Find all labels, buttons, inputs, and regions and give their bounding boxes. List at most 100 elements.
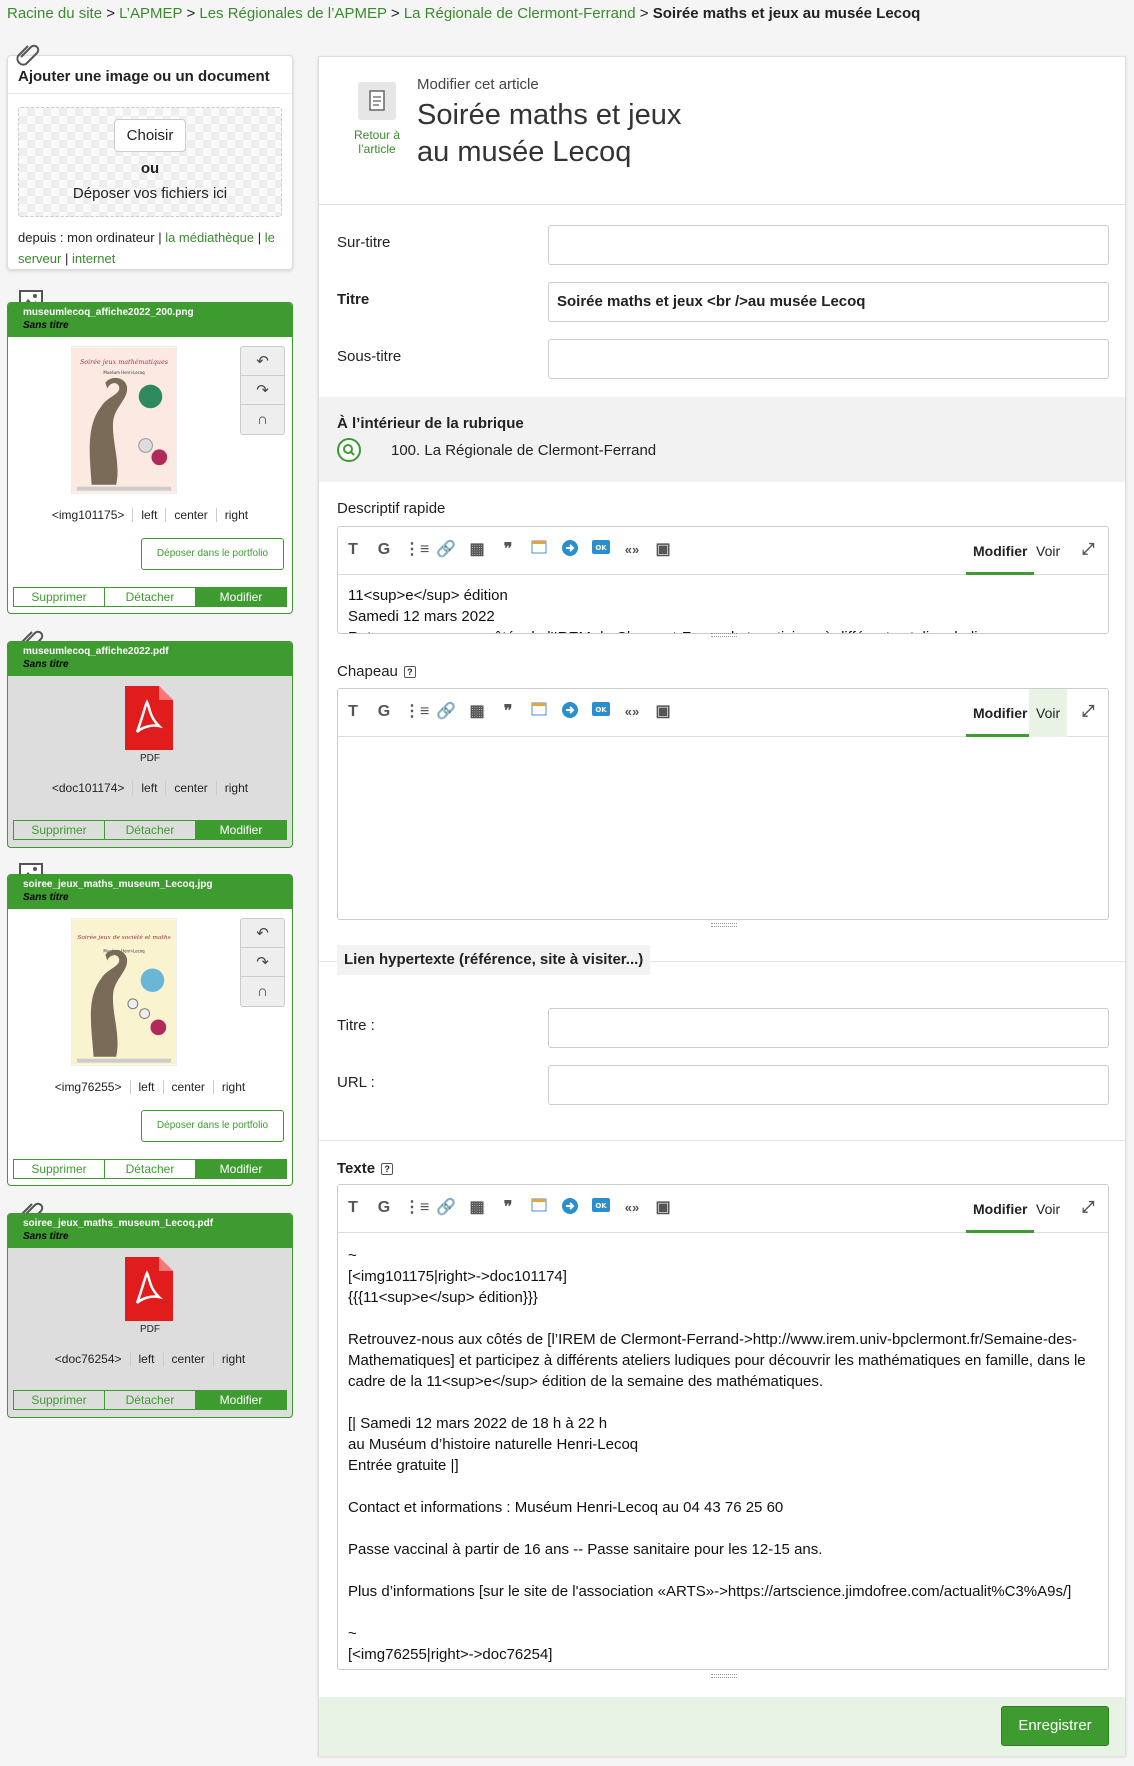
pdf-file-icon[interactable] — [123, 686, 173, 750]
save-button[interactable]: Enregistrer — [1001, 1706, 1109, 1746]
align-right-link[interactable]: right — [215, 781, 256, 795]
back-to-article-link[interactable]: Retour à l’article — [337, 128, 417, 156]
arrow-circle-icon[interactable] — [559, 539, 581, 561]
list-icon[interactable]: ⋮≡ — [404, 701, 429, 723]
document-icon[interactable] — [358, 82, 396, 120]
modify-button[interactable]: Modifier — [195, 821, 286, 839]
calendar-icon[interactable] — [528, 1197, 550, 1219]
surtitre-input[interactable] — [548, 225, 1109, 265]
resize-grip[interactable] — [711, 923, 737, 927]
detach-button[interactable]: Détacher — [104, 1160, 195, 1178]
tab-modify[interactable]: Modifier — [966, 527, 1035, 575]
link-title-input[interactable] — [548, 1008, 1109, 1048]
bold-icon[interactable]: T — [342, 539, 364, 561]
resize-grip[interactable] — [711, 633, 737, 637]
arrow-circle-icon[interactable] — [559, 1197, 581, 1219]
tab-view[interactable]: Voir — [1029, 689, 1068, 737]
quote-icon[interactable]: ❞ — [497, 701, 519, 723]
align-right-link[interactable]: right — [215, 508, 256, 522]
detach-button[interactable]: Détacher — [104, 821, 195, 839]
delete-button[interactable]: Supprimer — [14, 821, 104, 839]
rotate-right-icon[interactable]: ↷ — [241, 376, 284, 405]
table-icon[interactable]: ▦ — [466, 1197, 488, 1219]
resize-grip[interactable] — [711, 1674, 737, 1678]
tab-view[interactable]: Voir — [1029, 1185, 1067, 1233]
delete-button[interactable]: Supprimer — [14, 1391, 104, 1409]
italic-icon[interactable]: G — [373, 539, 395, 561]
code-icon[interactable]: ▣ — [652, 539, 674, 561]
pdf-file-icon[interactable] — [123, 1257, 173, 1321]
tab-modify[interactable]: Modifier — [966, 689, 1035, 737]
align-center-link[interactable]: center — [162, 1080, 213, 1094]
arrow-circle-icon[interactable] — [559, 701, 581, 723]
fullscreen-icon[interactable]: ⤢ — [1077, 539, 1099, 561]
align-center-link[interactable]: center — [162, 1352, 213, 1366]
italic-icon[interactable]: G — [373, 1197, 395, 1219]
calendar-icon[interactable] — [528, 539, 550, 561]
descriptif-textarea[interactable]: 11<sup>e</sup> édition Samedi 12 mars 20… — [338, 575, 1108, 633]
table-icon[interactable]: ▦ — [466, 701, 488, 723]
modify-button[interactable]: Modifier — [195, 1160, 286, 1178]
ok-icon[interactable]: OK — [590, 539, 612, 561]
align-left-link[interactable]: left — [129, 1352, 163, 1366]
detach-button[interactable]: Détacher — [104, 588, 195, 606]
list-icon[interactable]: ⋮≡ — [404, 539, 429, 561]
align-center-link[interactable]: center — [165, 781, 215, 795]
delete-button[interactable]: Supprimer — [14, 1160, 104, 1178]
mediatheque-link[interactable]: la médiathèque — [165, 230, 254, 245]
align-right-link[interactable]: right — [212, 1080, 253, 1094]
align-right-link[interactable]: right — [212, 1352, 253, 1366]
breadcrumb-link-clermont[interactable]: La Régionale de Clermont-Ferrand — [404, 5, 636, 22]
bold-icon[interactable]: T — [342, 1197, 364, 1219]
modify-button[interactable]: Modifier — [195, 588, 286, 606]
breadcrumb-link-apmep[interactable]: L’APMEP — [119, 5, 182, 22]
code-icon[interactable]: ▣ — [652, 701, 674, 723]
align-left-link[interactable]: left — [129, 1080, 163, 1094]
titre-input[interactable]: Soirée maths et jeux <br />au musée Leco… — [548, 282, 1109, 322]
poster-thumbnail[interactable]: Soirée jeux de société et maths Muséum H… — [71, 918, 177, 1066]
calendar-icon[interactable] — [528, 701, 550, 723]
align-left-link[interactable]: left — [132, 781, 165, 795]
internet-link[interactable]: internet — [72, 251, 115, 266]
link-url-input[interactable] — [548, 1065, 1109, 1105]
rotate-left-icon[interactable]: ↶ — [241, 347, 284, 376]
fullscreen-icon[interactable]: ⤢ — [1077, 1197, 1099, 1219]
rotate-180-icon[interactable]: ∩ — [241, 405, 284, 434]
link-icon[interactable]: 🔗 — [435, 701, 457, 723]
quotes-icon[interactable]: «» — [621, 1197, 643, 1219]
ok-icon[interactable]: OK — [590, 701, 612, 723]
tab-view[interactable]: Voir — [1029, 527, 1067, 575]
quote-icon[interactable]: ❞ — [497, 1197, 519, 1219]
delete-button[interactable]: Supprimer — [14, 588, 104, 606]
detach-button[interactable]: Détacher — [104, 1391, 195, 1409]
tab-modify[interactable]: Modifier — [966, 1185, 1035, 1233]
quotes-icon[interactable]: «» — [621, 701, 643, 723]
rotate-180-icon[interactable]: ∩ — [241, 977, 284, 1006]
portfolio-button[interactable]: Déposer dans le portfolio — [141, 1110, 284, 1142]
chapeau-textarea[interactable] — [338, 737, 1108, 757]
align-left-link[interactable]: left — [132, 508, 165, 522]
link-icon[interactable]: 🔗 — [435, 539, 457, 561]
modify-button[interactable]: Modifier — [195, 1391, 286, 1409]
list-icon[interactable]: ⋮≡ — [404, 1197, 429, 1219]
bold-icon[interactable]: T — [342, 701, 364, 723]
fullscreen-icon[interactable]: ⤢ — [1077, 701, 1099, 723]
soustitre-input[interactable] — [548, 339, 1109, 379]
poster-thumbnail[interactable]: Soirée jeux mathématiques Muséum Henri-L… — [71, 346, 177, 494]
quotes-icon[interactable]: «» — [621, 539, 643, 561]
quote-icon[interactable]: ❞ — [497, 539, 519, 561]
portfolio-button[interactable]: Déposer dans le portfolio — [141, 538, 284, 570]
italic-icon[interactable]: G — [373, 701, 395, 723]
breadcrumb-link-regionales[interactable]: Les Régionales de l’APMEP — [199, 5, 386, 22]
ok-icon[interactable]: OK — [590, 1197, 612, 1219]
rotate-left-icon[interactable]: ↶ — [241, 919, 284, 948]
help-icon[interactable]: ? — [381, 1163, 394, 1176]
help-icon[interactable]: ? — [403, 666, 416, 679]
choose-file-button[interactable]: Choisir — [113, 119, 187, 152]
rubrique-value[interactable]: 100. La Régionale de Clermont-Ferrand — [391, 442, 656, 459]
link-icon[interactable]: 🔗 — [435, 1197, 457, 1219]
align-center-link[interactable]: center — [165, 508, 215, 522]
search-icon[interactable] — [337, 438, 361, 462]
dropzone[interactable]: Choisir ou Déposer vos fichiers ici — [18, 107, 282, 217]
breadcrumb-link-root[interactable]: Racine du site — [7, 5, 102, 22]
